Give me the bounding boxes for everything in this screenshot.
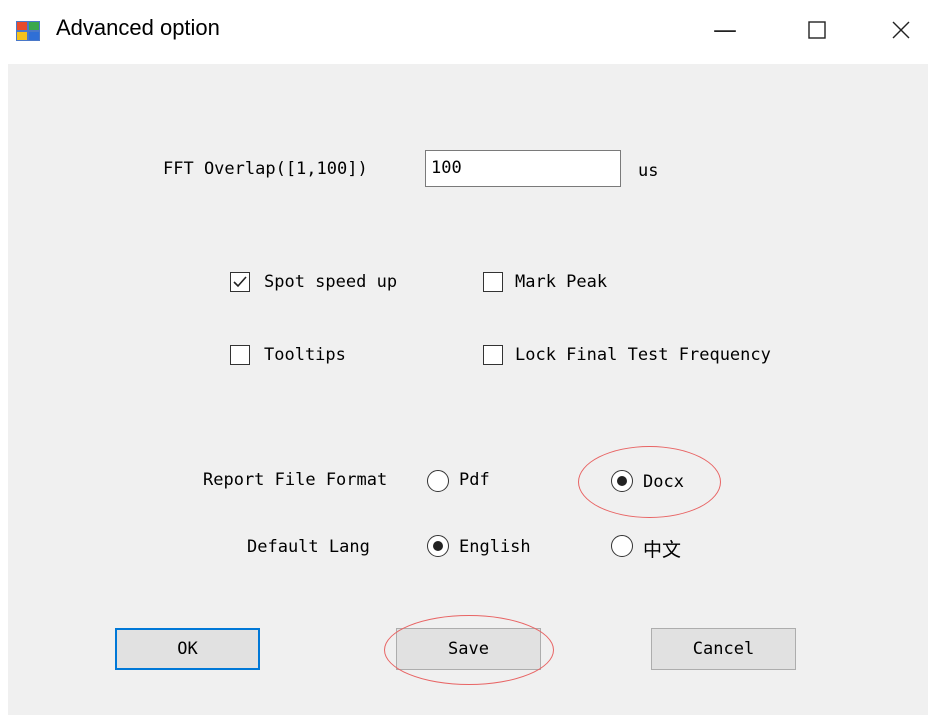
ok-button-label: OK xyxy=(177,639,198,659)
save-button[interactable]: Save xyxy=(396,628,541,670)
lock-final-test-frequency-checkbox[interactable] xyxy=(483,345,503,365)
radio-selected-dot xyxy=(432,540,443,551)
ok-button[interactable]: OK xyxy=(115,628,260,670)
radio-selected-dot xyxy=(616,475,627,486)
tooltips-label[interactable]: Tooltips xyxy=(264,345,346,365)
cancel-button[interactable]: Cancel xyxy=(651,628,796,670)
pdf-radio-label[interactable]: Pdf xyxy=(459,470,490,490)
docx-radio[interactable] xyxy=(611,470,633,492)
app-icon xyxy=(16,21,40,41)
lock-final-test-frequency-label[interactable]: Lock Final Test Frequency xyxy=(515,345,771,365)
maximize-button[interactable] xyxy=(782,8,852,52)
close-button[interactable] xyxy=(866,8,928,52)
english-radio[interactable] xyxy=(427,535,449,557)
window-title: Advanced option xyxy=(56,15,220,40)
fft-unit-label: us xyxy=(638,161,659,181)
chinese-radio-label[interactable]: 中文 xyxy=(643,535,681,562)
close-icon xyxy=(892,21,910,39)
mark-peak-checkbox[interactable] xyxy=(483,272,503,292)
save-button-label: Save xyxy=(448,639,489,659)
title-bar: Advanced option — xyxy=(0,0,928,64)
report-file-format-label: Report File Format xyxy=(203,470,388,490)
english-radio-label[interactable]: English xyxy=(459,537,531,557)
mark-peak-label[interactable]: Mark Peak xyxy=(515,272,607,292)
spot-speed-up-checkbox[interactable] xyxy=(230,272,250,292)
checkmark-icon xyxy=(233,276,247,288)
default-lang-label: Default Lang xyxy=(247,537,370,557)
tooltips-checkbox[interactable] xyxy=(230,345,250,365)
minimize-button[interactable]: — xyxy=(690,8,760,52)
pdf-radio[interactable] xyxy=(427,470,449,492)
fft-overlap-label: FFT Overlap([1,100]) xyxy=(163,159,368,179)
chinese-radio[interactable] xyxy=(611,535,633,557)
minimize-icon: — xyxy=(713,16,737,44)
cancel-button-label: Cancel xyxy=(692,639,755,659)
docx-radio-label[interactable]: Docx xyxy=(643,472,684,492)
spot-speed-up-label[interactable]: Spot speed up xyxy=(264,272,397,292)
fft-overlap-input[interactable]: 100 xyxy=(425,150,621,187)
maximize-icon xyxy=(808,21,826,39)
